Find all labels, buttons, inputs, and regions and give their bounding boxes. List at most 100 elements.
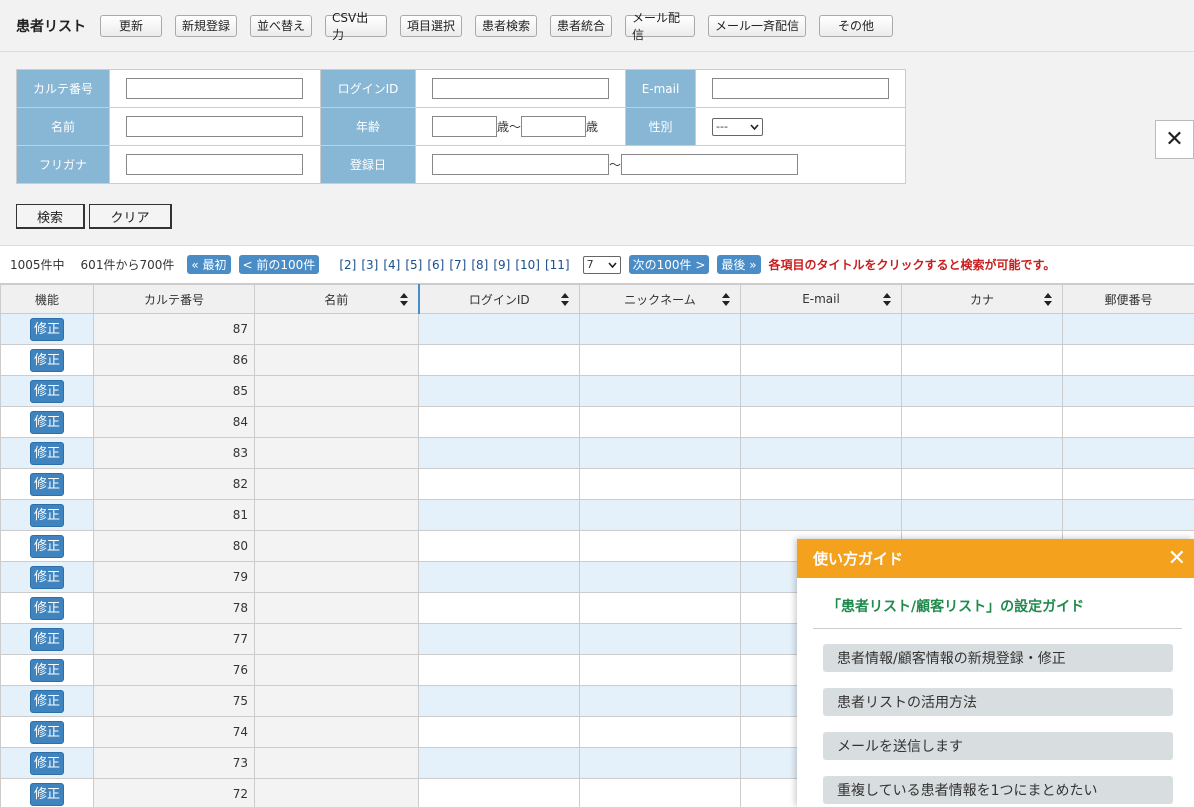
edit-button[interactable]: 修正 [30,379,64,403]
col-postal[interactable]: 郵便番号 [1062,284,1194,314]
register-date-from-input[interactable] [432,154,609,175]
guide-item[interactable]: 患者情報/顧客情報の新規登録・修正 [823,644,1173,672]
prev-page-button[interactable]: < 前の100件 [238,255,320,274]
karte-number-cell: 78 [93,592,255,624]
sort-icon[interactable] [399,293,408,306]
clear-button[interactable]: クリア [89,204,172,229]
page-link-10[interactable]: [10] [515,258,540,272]
sort-icon[interactable] [1044,293,1052,306]
edit-button[interactable]: 修正 [30,627,64,651]
age-min-input[interactable] [432,116,497,137]
function-cell: 修正 [0,654,94,686]
name-cell [254,592,419,624]
function-cell: 修正 [0,437,94,469]
postal-cell [1062,313,1194,345]
guide-item[interactable]: 重複している患者情報を1つにまとめたい [823,776,1173,804]
edit-button[interactable]: 修正 [30,658,64,682]
sort-button[interactable]: 並べ替え [250,14,312,37]
page-link-6[interactable]: [6] [427,258,444,272]
patient-merge-button[interactable]: 患者統合 [550,14,612,37]
mail-bulk-send-button[interactable]: メール一斉配信 [708,14,806,37]
first-page-button[interactable]: « 最初 [187,255,231,274]
page-link-11[interactable]: [11] [545,258,570,272]
page-link-4[interactable]: [4] [383,258,400,272]
sort-icon[interactable] [883,293,891,306]
col-function: 機能 [0,284,94,314]
kana-input[interactable] [126,154,303,175]
toolbar: 患者リスト 更新 新規登録 並べ替え CSV出力 項目選択 患者検索 患者統合 … [0,0,1194,52]
edit-button[interactable]: 修正 [30,472,64,496]
karte-number-cell: 74 [93,716,255,748]
name-cell [254,437,419,469]
name-cell [254,406,419,438]
edit-button[interactable]: 修正 [30,348,64,372]
page-link-7[interactable]: [7] [449,258,466,272]
edit-button[interactable]: 修正 [30,410,64,434]
page-link-8[interactable]: [8] [471,258,488,272]
edit-button[interactable]: 修正 [30,782,64,806]
login-id-cell [418,685,580,717]
patient-search-button[interactable]: 患者検索 [475,14,537,37]
guide-item[interactable]: メールを送信します [823,732,1173,760]
edit-button[interactable]: 修正 [30,565,64,589]
register-date-to-input[interactable] [621,154,799,175]
function-cell: 修正 [0,406,94,438]
edit-button[interactable]: 修正 [30,689,64,713]
function-cell: 修正 [0,344,94,376]
edit-button[interactable]: 修正 [30,503,64,527]
page-select[interactable]: 7 [582,255,621,274]
page-link-3[interactable]: [3] [361,258,378,272]
sort-icon[interactable] [561,293,569,306]
age-max-input[interactable] [521,116,587,137]
page-link-5[interactable]: [5] [405,258,422,272]
edit-button[interactable]: 修正 [30,720,64,744]
edit-button[interactable]: 修正 [30,596,64,620]
name-input[interactable] [126,116,303,137]
nickname-cell [579,468,741,500]
name-cell [254,623,419,655]
last-page-button[interactable]: 最後 » [717,255,761,274]
email-input[interactable] [712,78,889,99]
login-id-cell [418,716,580,748]
function-cell: 修正 [0,747,94,779]
table-row: 修正 83 [0,437,1194,469]
col-kana[interactable]: カナ [901,284,1063,314]
kana-cell [901,406,1063,438]
col-nickname[interactable]: ニックネーム [579,284,741,314]
edit-button[interactable]: 修正 [30,751,64,775]
next-page-button[interactable]: 次の100件 > [628,255,710,274]
col-name[interactable]: 名前 [254,284,420,314]
name-cell [254,561,419,593]
close-icon[interactable]: ✕ [1168,546,1186,571]
page-link-2[interactable]: [2] [339,258,356,272]
mail-send-button[interactable]: メール配信 [625,11,695,42]
gender-select[interactable]: --- [712,117,763,136]
edit-button[interactable]: 修正 [30,317,64,341]
nickname-cell [579,530,741,562]
csv-export-button[interactable]: CSV出力 [325,11,387,42]
other-button[interactable]: その他 [819,14,893,37]
edit-button[interactable]: 修正 [30,441,64,465]
column-select-button[interactable]: 項目選択 [400,14,462,37]
col-karte[interactable]: カルテ番号 [93,284,255,314]
col-login-id[interactable]: ログインID [418,284,580,314]
guide-item[interactable]: 患者リストの活用方法 [823,688,1173,716]
new-register-button[interactable]: 新規登録 [175,14,237,37]
karte-number-cell: 77 [93,623,255,655]
karte-number-cell: 80 [93,530,255,562]
karte-number-cell: 73 [93,747,255,779]
login-id-label: ログインID [320,69,416,108]
refresh-button[interactable]: 更新 [100,14,162,37]
edit-button[interactable]: 修正 [30,534,64,558]
karte-number-cell: 83 [93,437,255,469]
page-link-9[interactable]: [9] [493,258,510,272]
login-id-input[interactable] [432,78,609,99]
chevron-down-icon [750,123,759,130]
close-search-button[interactable]: ✕ [1155,120,1194,159]
karte-input[interactable] [126,78,303,99]
search-button[interactable]: 検索 [16,204,85,229]
guide-subtitle[interactable]: 「患者リスト/顧客リスト」の設定ガイド [827,596,1194,616]
nickname-cell [579,344,741,376]
col-email[interactable]: E-mail [740,284,902,314]
sort-icon[interactable] [722,293,730,306]
